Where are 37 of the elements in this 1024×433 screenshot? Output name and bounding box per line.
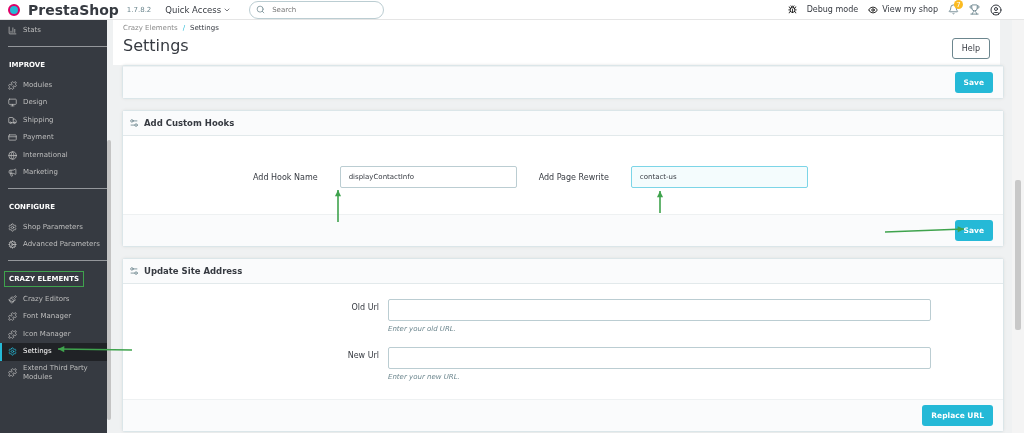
debug-mode-link[interactable]: Debug mode (806, 5, 859, 14)
search-icon (256, 5, 266, 14)
url-input[interactable] (388, 299, 931, 321)
field-label: Add Hook Name (253, 172, 318, 182)
panel-title: Add Custom Hooks (144, 118, 235, 128)
bug-icon (787, 5, 797, 14)
puzzle-icon (8, 329, 17, 339)
puzzle-icon (8, 80, 17, 90)
quick-access-menu[interactable]: Quick Access (165, 4, 232, 15)
field-label: Old Url (350, 302, 379, 312)
monitor-icon (8, 98, 17, 108)
field-label: New Url (346, 350, 379, 360)
paintbrush-icon (8, 294, 17, 304)
annotation-arrow (338, 190, 339, 222)
puzzle-icon (8, 368, 17, 378)
user-avatar-icon[interactable] (990, 3, 1002, 16)
annotation-arrow (660, 191, 661, 213)
url-input[interactable] (388, 347, 931, 369)
logo-icon[interactable] (8, 3, 20, 16)
credit-card-icon (8, 133, 17, 143)
view-shop-link[interactable]: View my shop (882, 5, 938, 14)
notifications-bell-icon[interactable] (948, 4, 959, 15)
gear-icon (8, 240, 17, 250)
puzzle-icon (8, 312, 17, 322)
page-title: Settings (123, 36, 190, 55)
panel-title: Update Site Address (144, 266, 243, 276)
megaphone-icon (8, 168, 17, 178)
help-button[interactable]: Help (951, 38, 990, 59)
globe-icon (8, 150, 17, 160)
eye-icon (868, 4, 879, 15)
trophy-icon[interactable] (969, 4, 980, 15)
logo-text[interactable]: PrestaShop (28, 1, 119, 18)
gear-icon (8, 222, 17, 232)
field-label: Add Page Rewrite (538, 172, 609, 182)
truck-icon (8, 115, 17, 125)
gear-icon (8, 347, 17, 357)
bar-chart-icon (8, 26, 17, 36)
